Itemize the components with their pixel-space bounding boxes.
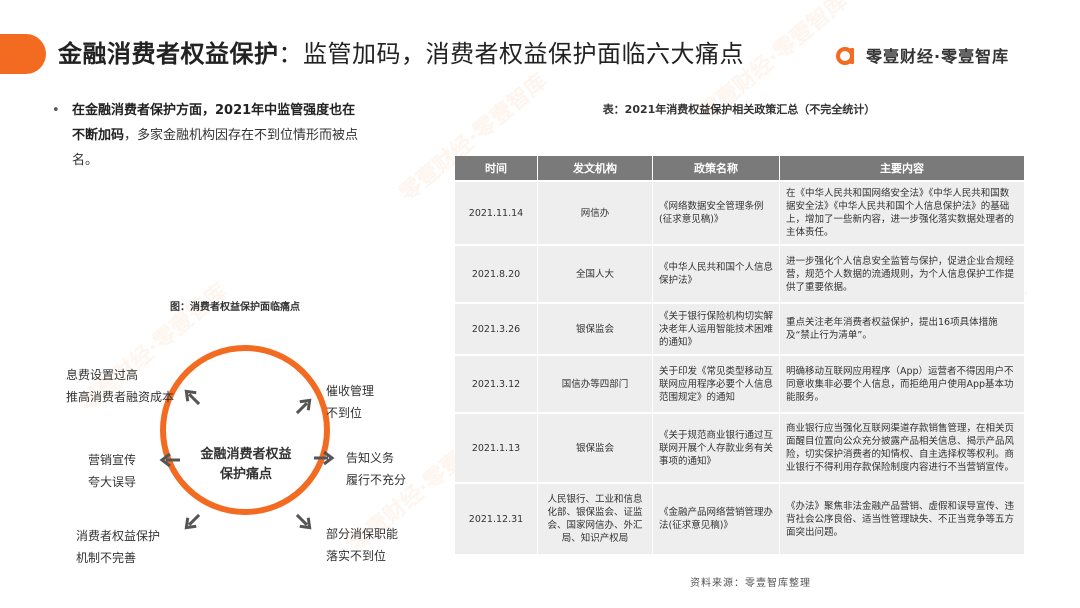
- brand-logo-icon: [834, 43, 858, 67]
- column-header: 政策名称: [653, 156, 780, 180]
- table-cell-policy: 《网络数据安全管理条例(征求意见稿)》: [653, 180, 780, 244]
- brand: 零壹财经·零壹智库: [834, 40, 1009, 70]
- table-cell-issuer: 全国人大: [538, 244, 653, 302]
- pain-point-line: 机制不完善: [76, 551, 137, 565]
- table-cell-policy: 关于印发《常见类型移动互联网应用程序必要个人信息范围规定》的通知: [653, 354, 780, 412]
- pain-point-line: 催收管理: [326, 384, 375, 398]
- pain-point-line: 不到位: [326, 406, 363, 420]
- table-cell-date: 2021.1.13: [455, 412, 538, 482]
- brand-name: 零壹财经·零壹智库: [866, 47, 1010, 66]
- page-title-bold: 金融消费者权益保护: [58, 40, 279, 68]
- column-header: 主要内容: [780, 156, 1025, 180]
- diagram-caption: 图：消费者权益保护面临痛点: [170, 302, 300, 313]
- circle-center-label: 金融消费者权益 保护痛点: [186, 445, 306, 485]
- table-row: 2021.3.12 国信办等四部门 关于印发《常见类型移动互联网应用程序必要个人…: [455, 354, 1025, 412]
- table-row: 2021.3.26 银保监会 《关于银行保险机构切实解决老年人运用智能技术困难的…: [455, 302, 1025, 354]
- table-cell-policy: 《关于银行保险机构切实解决老年人运用智能技术困难的通知》: [653, 302, 780, 354]
- arrow-icon: [175, 505, 209, 539]
- policy-table: 时间 发文机构 政策名称 主要内容 2021.11.14 网信办 《网络数据安全…: [455, 156, 1025, 554]
- table-cell-policy: 《关于规范商业银行通过互联网开展个人存款业务有关事项的通知》: [653, 412, 780, 482]
- table-cell-date: 2021.3.12: [455, 354, 538, 412]
- pain-point: 消费者权益保护 机制不完善: [76, 525, 160, 569]
- table-cell-date: 2021.8.20: [455, 244, 538, 302]
- table-row: 2021.11.14 网信办 《网络数据安全管理条例(征求意见稿)》 在《中华人…: [455, 180, 1025, 244]
- table-cell-date: 2021.11.14: [455, 180, 538, 244]
- source-note: 资料来源：零壹智库整理: [690, 578, 811, 589]
- table-cell-content: 在《中华人民共和国网络安全法》《中华人民共和国数据安全法》《中华人民共和国个人信…: [780, 180, 1025, 244]
- title-accent-bar: [0, 34, 46, 74]
- column-header: 发文机构: [538, 156, 653, 180]
- pain-point-line: 消费者权益保护: [76, 529, 161, 543]
- pain-point: 部分消保职能 落实不到位: [326, 523, 398, 567]
- table-cell-issuer: 银保监会: [538, 412, 653, 482]
- arrow-icon: [158, 448, 182, 472]
- pain-point-line: 履行不充分: [346, 473, 407, 487]
- table-header-row: 时间 发文机构 政策名称 主要内容: [455, 156, 1025, 180]
- table-row: 2021.8.20 全国人大 《中华人民共和国个人信息保护法》 进一步强化个人信…: [455, 244, 1025, 302]
- table-cell-content: 《办法》聚焦非法金融产品营销、虚假和误导宣传、违背社会公序良俗、适当性管理缺失、…: [780, 482, 1025, 554]
- table-cell-content: 商业银行应当强化互联网渠道存款销售管理，在相关页面醒目位置向公众充分披露产品相关…: [780, 412, 1025, 482]
- pain-point-line: 夸大误导: [88, 475, 137, 489]
- table-cell-issuer: 国信办等四部门: [538, 354, 653, 412]
- column-header: 时间: [455, 156, 538, 180]
- pain-point-line: 落实不到位: [326, 549, 387, 563]
- pain-point-line: 告知义务: [346, 451, 395, 465]
- intro-bullet: • 在金融消费者保护方面，2021年中监管强度也在不断加码，多家金融机构因存在不…: [52, 98, 368, 173]
- pain-point: 告知义务 履行不充分: [346, 447, 406, 491]
- pain-point: 息费设置过高 推高消费者融资成本: [66, 364, 174, 408]
- pain-point-line: 息费设置过高: [66, 368, 139, 382]
- table-caption: 表：2021年消费权益保护相关政策汇总（不完全统计）: [602, 103, 876, 116]
- table-cell-date: 2021.3.26: [455, 302, 538, 354]
- table-cell-issuer: 银保监会: [538, 302, 653, 354]
- circle-center-line: 保护痛点: [219, 467, 272, 482]
- table-cell-issuer: 网信办: [538, 180, 653, 244]
- bullet-dot: •: [52, 103, 60, 118]
- table-cell-content: 重点关注老年消费者权益保护，提出16项具体措施及“禁止行为清单”。: [780, 302, 1025, 354]
- pain-points-circle: [160, 345, 330, 515]
- pain-point: 营销宣传 夸大误导: [88, 449, 136, 493]
- table-row: 2021.1.13 银保监会 《关于规范商业银行通过互联网开展个人存款业务有关事…: [455, 412, 1025, 482]
- arrow-icon: [312, 446, 336, 470]
- pain-point: 催收管理 不到位: [326, 380, 374, 424]
- table-cell-content: 进一步强化个人信息安全监管与保护，促进企业合规经营，规范个人数据的流通规则，为个…: [780, 244, 1025, 302]
- page-title-rest: ：监管加码，消费者权益保护面临六大痛点: [278, 40, 744, 68]
- pain-point-line: 营销宣传: [88, 453, 137, 467]
- table-cell-policy: 《中华人民共和国个人信息保护法》: [653, 244, 780, 302]
- pain-point-line: 推高消费者融资成本: [66, 390, 175, 404]
- table-cell-date: 2021.12.31: [455, 482, 538, 554]
- page-title: 金融消费者权益保护：监管加码，消费者权益保护面临六大痛点: [58, 34, 744, 74]
- arrow-icon: [287, 505, 321, 539]
- table-cell-policy: 《金融产品网络营销管理办法(征求意见稿)》: [653, 482, 780, 554]
- pain-point-line: 部分消保职能: [326, 527, 399, 541]
- table-cell-content: 明确移动互联网应用程序（App）运营者不得因用户不同意收集非必要个人信息，而拒绝…: [780, 354, 1025, 412]
- table-row: 2021.12.31 人民银行、工业和信息化部、银保监会、证监会、国家网信办、外…: [455, 482, 1025, 554]
- circle-center-line: 金融消费者权益: [200, 447, 292, 462]
- table-cell-issuer: 人民银行、工业和信息化部、银保监会、证监会、国家网信办、外汇局、知识产权局: [538, 482, 653, 554]
